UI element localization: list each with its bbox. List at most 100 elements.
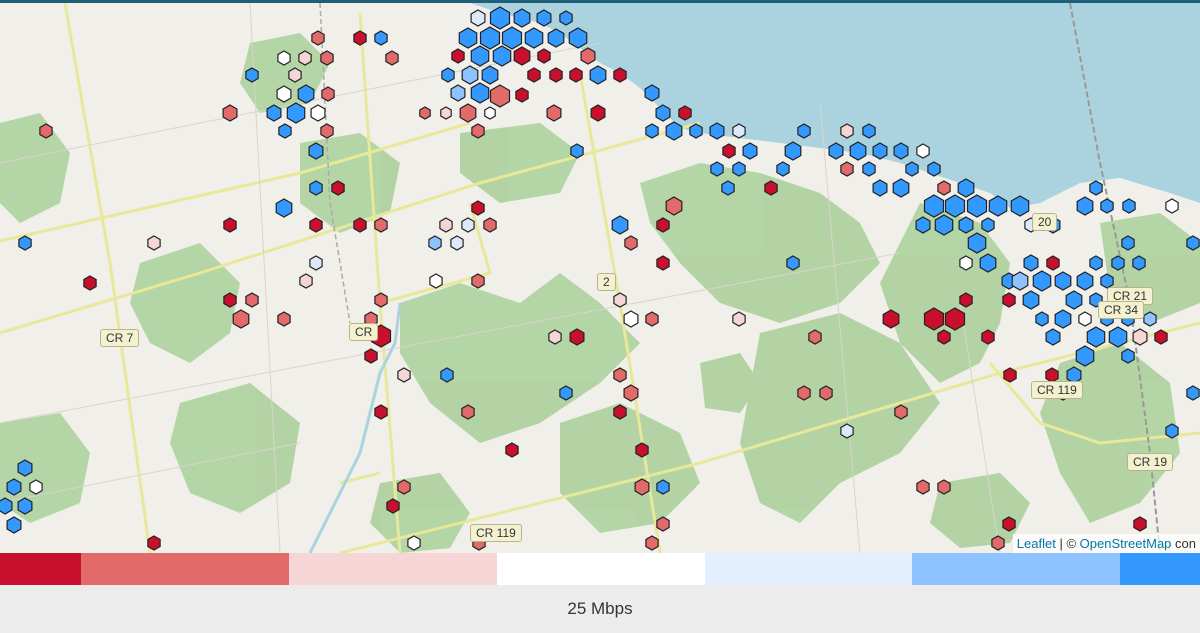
map-view[interactable]: CR 7 CR 2 CR 119 CR 119 CR 21 CR 34 CR 1… — [0, 3, 1200, 553]
coverage-hexagon[interactable] — [1165, 423, 1179, 439]
coverage-hexagon[interactable] — [916, 143, 930, 159]
coverage-hexagon[interactable] — [537, 48, 551, 64]
coverage-hexagon[interactable] — [0, 497, 13, 515]
coverage-hexagon[interactable] — [461, 217, 475, 233]
coverage-hexagon[interactable] — [374, 292, 388, 308]
coverage-hexagon[interactable] — [147, 235, 161, 251]
coverage-hexagon[interactable] — [915, 216, 931, 234]
coverage-hexagon[interactable] — [742, 142, 758, 160]
coverage-hexagon[interactable] — [644, 84, 660, 102]
coverage-hexagon[interactable] — [710, 161, 724, 177]
coverage-hexagon[interactable] — [397, 367, 411, 383]
coverage-hexagon[interactable] — [1108, 326, 1128, 348]
coverage-hexagon[interactable] — [665, 121, 683, 141]
coverage-hexagon[interactable] — [29, 479, 43, 495]
coverage-hexagon[interactable] — [459, 103, 477, 123]
coverage-hexagon[interactable] — [223, 217, 237, 233]
coverage-hexagon[interactable] — [580, 47, 596, 65]
coverage-hexagon[interactable] — [1078, 311, 1092, 327]
coverage-hexagon[interactable] — [1132, 328, 1148, 346]
coverage-hexagon[interactable] — [645, 123, 659, 139]
coverage-hexagon[interactable] — [655, 104, 671, 122]
coverage-hexagon[interactable] — [656, 217, 670, 233]
coverage-hexagon[interactable] — [613, 292, 627, 308]
coverage-hexagon[interactable] — [483, 217, 497, 233]
coverage-hexagon[interactable] — [1100, 273, 1114, 289]
leaflet-link[interactable]: Leaflet — [1017, 536, 1056, 551]
coverage-hexagon[interactable] — [872, 179, 888, 197]
coverage-hexagon[interactable] — [458, 27, 478, 49]
coverage-hexagon[interactable] — [527, 67, 541, 83]
coverage-hexagon[interactable] — [1143, 311, 1157, 327]
coverage-hexagon[interactable] — [286, 102, 306, 124]
coverage-hexagon[interactable] — [678, 105, 692, 121]
coverage-hexagon[interactable] — [1122, 198, 1136, 214]
coverage-hexagon[interactable] — [1046, 255, 1060, 271]
coverage-hexagon[interactable] — [17, 497, 33, 515]
coverage-hexagon[interactable] — [559, 385, 573, 401]
coverage-hexagon[interactable] — [732, 123, 746, 139]
coverage-hexagon[interactable] — [309, 255, 323, 271]
coverage-hexagon[interactable] — [277, 311, 291, 327]
coverage-hexagon[interactable] — [374, 30, 388, 46]
coverage-hexagon[interactable] — [732, 161, 746, 177]
coverage-hexagon[interactable] — [440, 367, 454, 383]
coverage-hexagon[interactable] — [374, 217, 388, 233]
coverage-hexagon[interactable] — [611, 215, 629, 235]
coverage-hexagon[interactable] — [1065, 290, 1083, 310]
coverage-hexagon[interactable] — [547, 28, 565, 48]
coverage-hexagon[interactable] — [548, 329, 562, 345]
coverage-hexagon[interactable] — [513, 46, 531, 66]
coverage-hexagon[interactable] — [656, 479, 670, 495]
coverage-hexagon[interactable] — [1045, 367, 1059, 383]
coverage-hexagon[interactable] — [656, 255, 670, 271]
coverage-hexagon[interactable] — [937, 180, 951, 196]
coverage-hexagon[interactable] — [1035, 311, 1049, 327]
coverage-hexagon[interactable] — [6, 516, 22, 534]
coverage-hexagon[interactable] — [331, 180, 345, 196]
coverage-hexagon[interactable] — [275, 198, 293, 218]
coverage-hexagon[interactable] — [276, 85, 292, 103]
coverage-hexagon[interactable] — [569, 328, 585, 346]
coverage-hexagon[interactable] — [440, 106, 452, 120]
coverage-hexagon[interactable] — [439, 217, 453, 233]
coverage-hexagon[interactable] — [645, 535, 659, 551]
coverage-hexagon[interactable] — [299, 273, 313, 289]
coverage-hexagon[interactable] — [849, 141, 867, 161]
coverage-hexagon[interactable] — [1076, 271, 1094, 291]
coverage-hexagon[interactable] — [927, 161, 941, 177]
coverage-hexagon[interactable] — [722, 143, 736, 159]
coverage-hexagon[interactable] — [665, 196, 683, 216]
coverage-hexagon[interactable] — [353, 217, 367, 233]
coverage-hexagon[interactable] — [828, 142, 844, 160]
coverage-hexagon[interactable] — [613, 367, 627, 383]
coverage-hexagon[interactable] — [589, 65, 607, 85]
coverage-hexagon[interactable] — [278, 123, 292, 139]
coverage-hexagon[interactable] — [17, 459, 33, 477]
coverage-hexagon[interactable] — [546, 104, 562, 122]
coverage-hexagon[interactable] — [298, 50, 312, 66]
coverage-hexagon[interactable] — [536, 9, 552, 27]
coverage-hexagon[interactable] — [988, 195, 1008, 217]
coverage-hexagon[interactable] — [645, 311, 659, 327]
coverage-hexagon[interactable] — [934, 214, 954, 236]
coverage-hexagon[interactable] — [1100, 198, 1114, 214]
coverage-hexagon[interactable] — [624, 235, 638, 251]
coverage-hexagon[interactable] — [623, 310, 639, 328]
coverage-hexagon[interactable] — [1186, 385, 1200, 401]
coverage-hexagon[interactable] — [689, 123, 703, 139]
coverage-hexagon[interactable] — [967, 232, 987, 254]
coverage-hexagon[interactable] — [1011, 271, 1029, 291]
coverage-hexagon[interactable] — [623, 384, 639, 402]
coverage-hexagon[interactable] — [1054, 271, 1072, 291]
coverage-hexagon[interactable] — [461, 65, 479, 85]
coverage-hexagon[interactable] — [797, 123, 811, 139]
osm-link[interactable]: OpenStreetMap — [1080, 536, 1172, 551]
coverage-hexagon[interactable] — [320, 50, 334, 66]
coverage-hexagon[interactable] — [1002, 292, 1016, 308]
coverage-hexagon[interactable] — [892, 178, 910, 198]
coverage-hexagon[interactable] — [590, 104, 606, 122]
coverage-hexagon[interactable] — [397, 479, 411, 495]
coverage-hexagon[interactable] — [1121, 235, 1135, 251]
coverage-hexagon[interactable] — [232, 309, 250, 329]
